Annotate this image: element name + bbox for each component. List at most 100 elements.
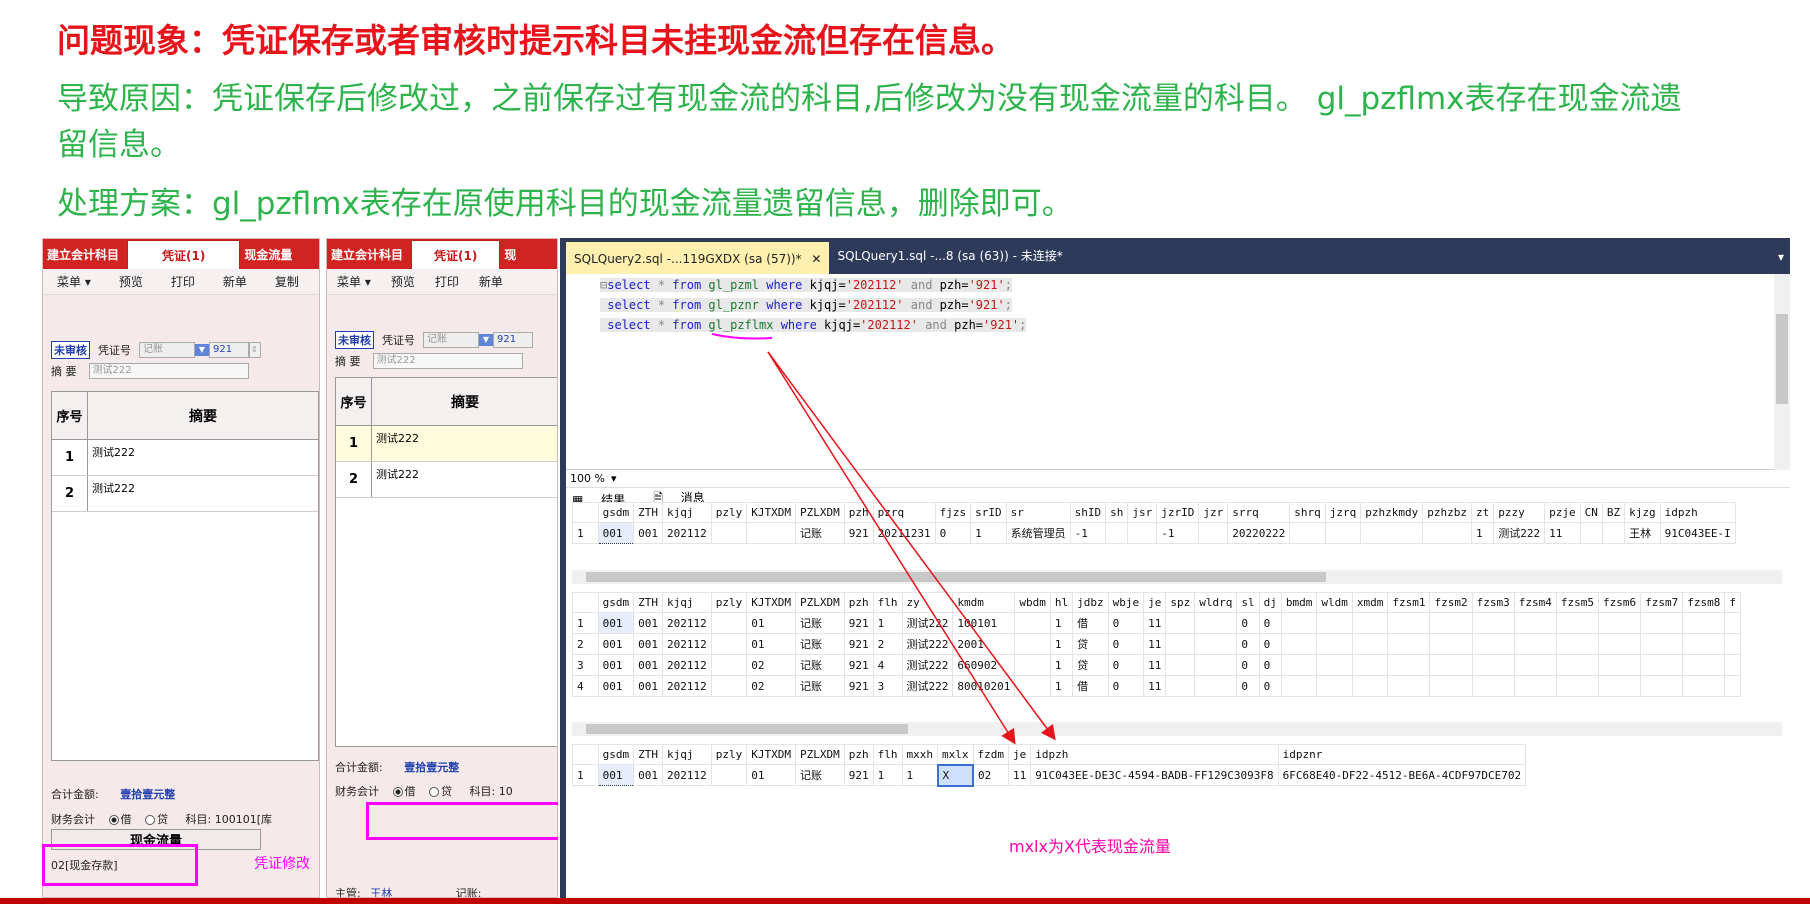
table-cell[interactable]: 11 [1143,633,1167,655]
table-cell[interactable] [1316,654,1353,676]
chevron-down-icon[interactable]: ▼ [479,334,493,346]
column-header[interactable]: kmdm [952,592,1016,613]
table-cell[interactable]: -1 [1156,522,1200,544]
preview-button[interactable]: 预览 [381,273,425,290]
table-cell[interactable] [1682,654,1726,676]
credit-radio[interactable] [429,787,439,797]
column-header[interactable]: sl [1236,592,1260,613]
table-cell[interactable] [1165,654,1196,676]
column-header[interactable]: wbje [1107,592,1145,613]
table-cell[interactable]: 001 [597,612,635,634]
table-cell[interactable] [1014,633,1051,655]
table-cell[interactable] [1640,612,1684,634]
result-grid-3[interactable]: gsdm ZTH kjqj pzly KJTXDM PZLXDM pzh flh mxxh mxl… [572,744,1527,787]
column-header[interactable]: jsr [1127,502,1158,523]
column-header[interactable]: bmdm [1280,592,1318,613]
column-header[interactable]: CN [1579,502,1603,523]
table-cell[interactable] [1429,654,1473,676]
table-cell[interactable]: 1 [1049,612,1074,634]
table-cell[interactable]: 0 [1236,633,1260,655]
table-row[interactable]: 1 001 001 202112 01 记账 921 1 测试222 100101 1 借 0 11 0 0 [572,612,1741,634]
column-header[interactable]: srrq [1227,502,1291,523]
print-button[interactable]: 打印 [425,273,469,290]
column-header[interactable]: je [1007,744,1032,765]
column-header[interactable]: fzsm1 [1387,592,1431,613]
table-cell[interactable] [1471,654,1515,676]
table-cell[interactable]: -1 [1069,522,1107,544]
column-header[interactable]: wldrq [1194,592,1238,613]
table-cell[interactable]: 0 [1236,612,1260,634]
table-cell[interactable] [1280,654,1318,676]
column-header[interactable]: f [1724,592,1741,613]
table-cell[interactable]: 4 [872,654,903,676]
row-summary[interactable]: 测试222 [372,426,557,461]
table-cell[interactable]: 1 [901,764,938,786]
column-header[interactable]: jzrq [1324,502,1362,523]
table-cell[interactable] [1316,675,1353,697]
table-cell[interactable]: 测试222 [1493,522,1546,544]
table-cell[interactable]: 2 [872,633,903,655]
table-cell[interactable] [1316,612,1353,634]
sql-line-1[interactable]: ⊟select * from gl_pzml where kjqj='20211… [600,278,1012,292]
table-cell[interactable] [1471,612,1515,634]
editor-scrollbar[interactable] [1774,274,1790,470]
table-cell[interactable] [1316,633,1353,655]
table-cell[interactable]: X [936,763,974,787]
table-cell[interactable]: 2001 [952,633,1016,655]
column-header[interactable]: pzje [1544,502,1581,523]
table-cell[interactable] [1555,612,1599,634]
table-cell[interactable] [1198,522,1229,544]
column-header[interactable]: wldm [1316,592,1353,613]
column-header[interactable]: KJTXDM [746,744,796,765]
table-row[interactable]: 1 001 001 202112 记账 921 20211231 0 1 系统管理员 -1 -1 202… [572,522,1736,544]
debit-radio[interactable] [108,815,119,825]
table-cell[interactable]: 0 [1236,654,1260,676]
table-cell[interactable]: 借 [1072,612,1109,634]
table-cell[interactable]: 记账 [795,522,845,544]
table-cell[interactable]: 921 [843,522,874,544]
column-header[interactable]: jzrID [1156,502,1200,523]
column-header[interactable]: idpznr [1277,744,1527,765]
table-cell[interactable]: 001 [633,654,663,676]
table-cell[interactable]: 91C043EE-DE3C-4594-BADB-FF129C3093F8 [1030,764,1279,786]
table-cell[interactable]: 1 [1049,654,1074,676]
column-header[interactable]: pzly [710,592,748,613]
column-header[interactable]: srID [970,502,1007,523]
result-grid-1[interactable]: gsdm ZTH kjqj pzly KJTXDM PZLXDM pzh pzrq fjzs sr… [572,502,1736,544]
table-cell[interactable] [1280,675,1318,697]
table-cell[interactable]: 660902 [952,654,1016,676]
column-header[interactable]: mxxh [901,744,938,765]
column-header[interactable] [572,502,599,523]
row-summary[interactable]: 测试222 [88,440,318,475]
table-cell[interactable]: 02 [746,654,796,676]
table-cell[interactable] [1324,522,1362,544]
column-header[interactable]: pzh [843,592,874,613]
table-cell[interactable]: 0 [1258,612,1282,634]
table-cell[interactable]: 测试222 [901,675,954,697]
table-cell[interactable] [1165,612,1196,634]
table-cell[interactable]: 0 [934,522,972,544]
table-cell[interactable] [1360,522,1424,544]
table-cell[interactable] [1429,633,1473,655]
column-header[interactable]: fzsm5 [1555,592,1599,613]
column-header[interactable]: fjzs [934,502,972,523]
table-cell[interactable]: 0 [1258,633,1282,655]
tab-query1[interactable]: SQLQuery1.sql -...8 (sa (63)) - 未连接* [829,247,1068,274]
column-header[interactable]: hl [1049,592,1074,613]
tab-voucher[interactable]: 凭证(1) [127,240,241,269]
column-header[interactable]: fzdm [972,744,1009,765]
column-header[interactable]: gsdm [597,502,635,523]
table-row[interactable]: 4 001 001 202112 02 记账 921 3 测试222 80010201 1 借 0 11 0… [572,675,1741,697]
voucher-type-select[interactable]: 记账 [139,342,195,358]
table-cell[interactable]: 记账 [795,612,845,634]
table-cell[interactable] [1597,633,1642,655]
table-cell[interactable] [1387,612,1431,634]
table-cell[interactable]: 记账 [795,675,845,697]
new-button[interactable]: 新单 [469,273,513,290]
row-summary[interactable]: 测试222 [372,462,557,497]
table-cell[interactable] [1194,675,1238,697]
table-cell[interactable] [1640,654,1684,676]
table-cell[interactable] [1724,633,1741,655]
close-icon[interactable]: ✕ [811,252,821,266]
table-cell[interactable] [1640,675,1684,697]
